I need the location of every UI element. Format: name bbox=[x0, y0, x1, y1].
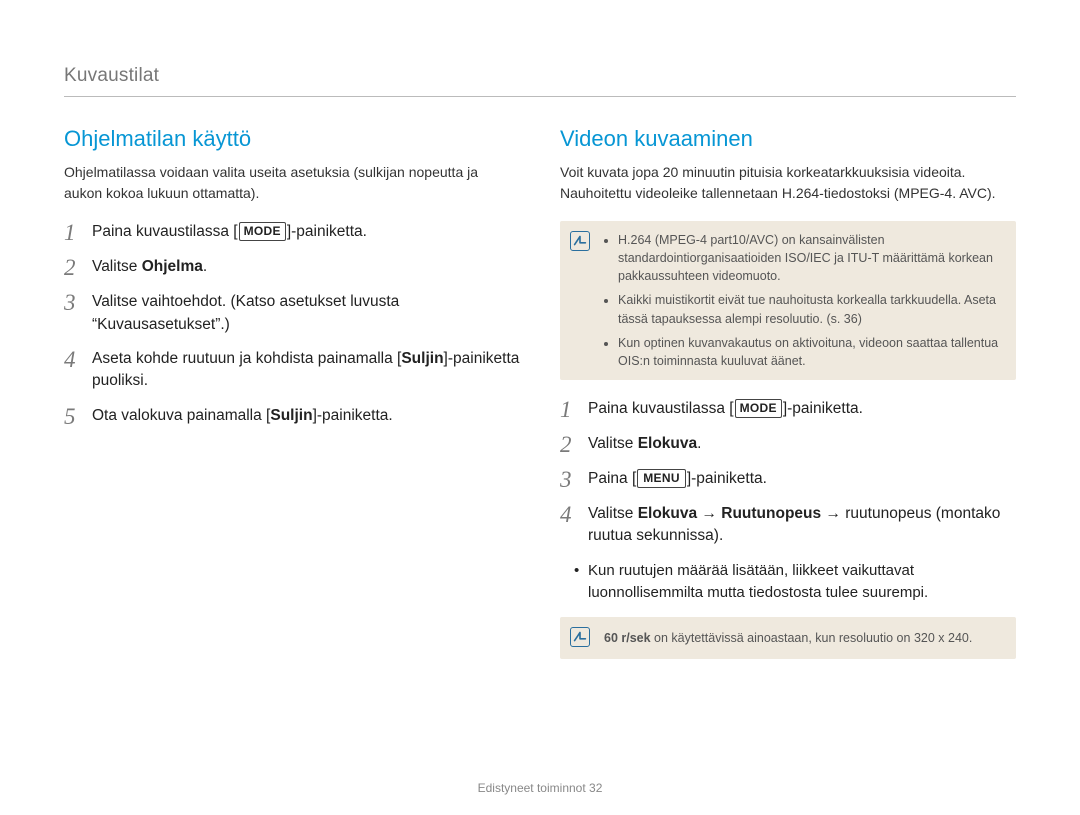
intro-text-left: Ohjelmatilassa voidaan valita useita ase… bbox=[64, 162, 520, 203]
note-item: Kun optinen kuvanvakautus on aktivoituna… bbox=[618, 334, 1002, 370]
step-text: Valitse bbox=[588, 435, 638, 452]
section-heading-ohjelmatila: Ohjelmatilan käyttö bbox=[64, 123, 520, 155]
footer-page-number: 32 bbox=[589, 781, 602, 795]
step-3-left: Valitse vaihtoehdot. (Katso asetukset lu… bbox=[64, 291, 520, 336]
step-3-right: Paina [MENU]-painiketta. bbox=[560, 468, 1016, 491]
mode-button-label: MODE bbox=[239, 222, 286, 241]
step-text: Paina kuvaustilassa [ bbox=[92, 223, 238, 240]
arrow-icon: → bbox=[821, 505, 845, 522]
menu-button-label: MENU bbox=[637, 469, 686, 488]
left-column: Ohjelmatilan käyttö Ohjelmatilassa voida… bbox=[64, 123, 520, 660]
steps-right: Paina kuvaustilassa [MODE]-painiketta. V… bbox=[560, 398, 1016, 548]
step-text: Valitse vaihtoehdot. (Katso asetukset lu… bbox=[92, 291, 520, 336]
step-bold: Suljin bbox=[270, 407, 312, 424]
step-text: Ota valokuva painamalla [ bbox=[92, 407, 270, 424]
step-text: ]-painiketta. bbox=[313, 407, 393, 424]
note-item: Kaikki muistikortit eivät tue nauhoitust… bbox=[618, 291, 1002, 327]
mode-button-label: MODE bbox=[735, 399, 782, 418]
note-bold: 60 r/sek bbox=[604, 631, 651, 645]
step-text: Valitse bbox=[92, 258, 142, 275]
step-1-right: Paina kuvaustilassa [MODE]-painiketta. bbox=[560, 398, 1016, 421]
intro-text-right: Voit kuvata jopa 20 minuutin pituisia ko… bbox=[560, 162, 1016, 203]
step-4-left: Aseta kohde ruutuun ja kohdista painamal… bbox=[64, 348, 520, 393]
note-icon bbox=[570, 627, 590, 647]
step-2-right: Valitse Elokuva. bbox=[560, 433, 1016, 456]
steps-left: Paina kuvaustilassa [MODE]-painiketta. V… bbox=[64, 221, 520, 428]
step-bold: Elokuva bbox=[638, 505, 697, 522]
step-1-left: Paina kuvaustilassa [MODE]-painiketta. bbox=[64, 221, 520, 244]
section-heading-video: Videon kuvaaminen bbox=[560, 123, 1016, 155]
note-box-1: H.264 (MPEG-4 part10/AVC) on kansainväli… bbox=[560, 221, 1016, 380]
step-text: Paina [ bbox=[588, 470, 636, 487]
note-icon bbox=[570, 231, 590, 251]
sub-bullet-text: Kun ruutujen määrää lisätään, liikkeet v… bbox=[588, 562, 928, 601]
step-bold: Suljin bbox=[401, 350, 443, 367]
note-text: on käytettävissä ainoastaan, kun resoluu… bbox=[651, 631, 973, 645]
step-text: Paina kuvaustilassa [ bbox=[588, 400, 734, 417]
step-text: ]-painiketta. bbox=[287, 223, 367, 240]
step-text: Valitse bbox=[588, 505, 638, 522]
step-text: ]-painiketta. bbox=[687, 470, 767, 487]
step-2-left: Valitse Ohjelma. bbox=[64, 256, 520, 279]
step-bold: Ruutunopeus bbox=[721, 505, 821, 522]
step-4-right: Valitse Elokuva → Ruutunopeus → ruutunop… bbox=[560, 503, 1016, 548]
note-item: H.264 (MPEG-4 part10/AVC) on kansainväli… bbox=[618, 231, 1002, 285]
step-bold: Elokuva bbox=[638, 435, 697, 452]
page-footer: Edistyneet toiminnot 32 bbox=[0, 780, 1080, 797]
step-5-left: Ota valokuva painamalla [Suljin]-painike… bbox=[64, 405, 520, 428]
arrow-icon: → bbox=[697, 505, 721, 522]
step-text: . bbox=[697, 435, 701, 452]
right-column: Videon kuvaaminen Voit kuvata jopa 20 mi… bbox=[560, 123, 1016, 660]
breadcrumb: Kuvaustilat bbox=[64, 62, 1016, 97]
step-text: . bbox=[203, 258, 207, 275]
step-4-sub-bullet: •Kun ruutujen määrää lisätään, liikkeet … bbox=[588, 560, 1016, 604]
footer-section: Edistyneet toiminnot bbox=[478, 781, 586, 795]
step-text: Aseta kohde ruutuun ja kohdista painamal… bbox=[92, 350, 401, 367]
step-bold: Ohjelma bbox=[142, 258, 203, 275]
note-box-2: 60 r/sek on käytettävissä ainoastaan, ku… bbox=[560, 617, 1016, 659]
step-text: ]-painiketta. bbox=[783, 400, 863, 417]
